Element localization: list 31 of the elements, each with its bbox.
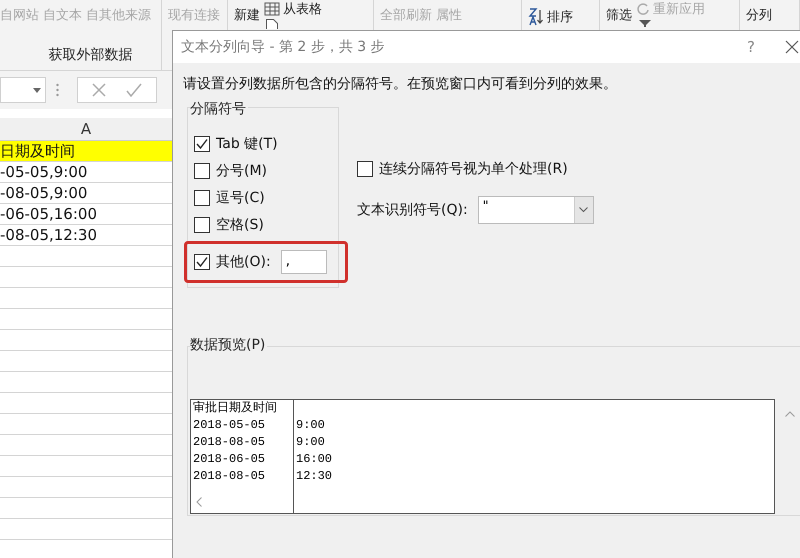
ribbon-command[interactable]: 从表格	[283, 0, 322, 18]
help-button[interactable]: ?	[747, 38, 755, 56]
checkbox-label[interactable]: Tab 键(T)	[216, 134, 278, 152]
field-label: 文本识别符号(Q):	[357, 201, 468, 219]
group-legend: 分隔符号	[190, 100, 248, 118]
instruction-text: 请设置分列数据所包含的分隔符号。在预览窗口内可看到分列的效果。	[183, 75, 618, 93]
ribbon-command[interactable]: 排序	[547, 8, 573, 26]
window-title: 文本分列向导 - 第 2 步，共 3 步	[181, 38, 385, 56]
preview-cell: 审批日期及时间	[193, 401, 277, 415]
qualifier-dropdown[interactable]: "	[478, 196, 594, 224]
preview-cell: 9:00	[296, 418, 325, 432]
group-legend: 数据预览(P)	[190, 336, 268, 354]
preview-cell: 2018-05-05	[193, 418, 266, 432]
checkbox-label[interactable]: 连续分隔符号视为单个处理(R)	[379, 160, 568, 178]
preview-cell: 9:00	[296, 435, 325, 449]
ribbon-command[interactable]: 分列	[746, 6, 772, 24]
ribbon-command[interactable]: 新建	[234, 6, 260, 24]
preview-cell: 16:00	[296, 452, 332, 466]
checkbox-label[interactable]: 空格(S)	[216, 216, 264, 234]
checkbox-label[interactable]: 逗号(C)	[216, 188, 265, 206]
preview-cell: 2018-08-05	[193, 435, 266, 449]
preview-cell: 2018-08-05	[193, 469, 266, 483]
input-field[interactable]: ,	[280, 250, 327, 274]
ribbon-command[interactable]: 筛选	[606, 6, 632, 24]
preview-cell: 12:30	[296, 469, 332, 483]
column-header[interactable]: A	[0, 118, 172, 141]
group-label: 获取外部数据	[48, 46, 134, 64]
checkbox-label[interactable]: 分号(M)	[216, 162, 268, 180]
preview-cell: 2018-06-05	[193, 452, 266, 466]
table-cell: 日期及时间	[0, 141, 172, 162]
checkbox-label[interactable]: 其他(O):	[216, 253, 271, 271]
